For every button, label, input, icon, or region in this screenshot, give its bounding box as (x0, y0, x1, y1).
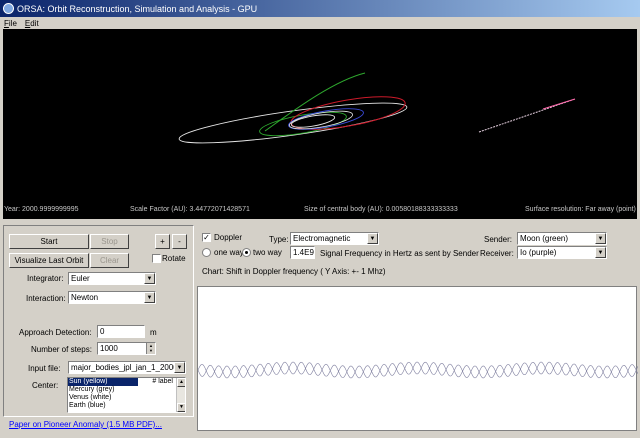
interaction-value: Newton (71, 293, 99, 302)
frequency-description: Signal Frequency in Hertz as sent by Sen… (320, 249, 479, 258)
chart-caption: Chart: Shift in Doppler frequency ( Y Ax… (202, 267, 386, 276)
zoom-in-button[interactable]: + (155, 234, 170, 249)
steps-label: Number of steps: (31, 345, 92, 354)
list-scrollbar[interactable]: ▲ ▼ (176, 378, 185, 412)
frequency-input[interactable]: 1.4E9 (290, 246, 315, 259)
scale-factor-readout: Scale Factor (AU): 3.44772071428571 (130, 206, 250, 213)
sender-label: Sender: (484, 235, 513, 244)
orbit-viewport[interactable]: Year: 2000.9999999995 Scale Factor (AU):… (3, 29, 637, 219)
list-item[interactable]: Venus (white) (68, 394, 185, 402)
app-icon (3, 3, 14, 14)
clear-button[interactable]: Clear (90, 253, 129, 268)
chevron-down-icon: ▼ (595, 233, 606, 244)
chevron-down-icon: ▼ (595, 247, 606, 258)
receiver-label: Receiver: (480, 249, 514, 258)
central-body-readout: Size of central body (AU): 0.00580188333… (304, 206, 458, 213)
receiver-value: Io (purple) (520, 248, 557, 257)
orbit-distant-pink (542, 98, 576, 110)
scroll-up-icon[interactable]: ▲ (177, 378, 185, 387)
steps-value: 1000 (100, 344, 118, 353)
rotate-checkbox[interactable] (152, 254, 161, 263)
input-file-select[interactable]: major_bodies_jpl_jan_1_2000.start ▼ (68, 361, 186, 374)
approach-detection-input[interactable]: 0 (97, 325, 145, 338)
interaction-label: Interaction: (26, 294, 66, 303)
menu-file[interactable]: File (4, 19, 17, 28)
stepper-arrows-icon[interactable]: ▲ ▼ (146, 343, 155, 354)
receiver-select[interactable]: Io (purple) ▼ (517, 246, 607, 259)
stop-button[interactable]: Stop (90, 234, 129, 249)
chevron-down-icon: ▼ (144, 292, 155, 303)
scroll-down-icon[interactable]: ▼ (177, 403, 185, 412)
rotate-label: Rotate (162, 254, 186, 263)
doppler-panel: ✓ Doppler Type: Electromagnetic ▼ Sender… (197, 225, 637, 285)
chevron-down-icon: ▼ (174, 362, 185, 373)
zoom-out-button[interactable]: - (172, 234, 187, 249)
doppler-chart (197, 286, 638, 431)
steps-stepper[interactable]: 1000 ▲ ▼ (97, 342, 156, 355)
integrator-select[interactable]: Euler ▼ (68, 272, 156, 285)
orbit-white-outer (178, 102, 408, 144)
input-file-value: major_bodies_jpl_jan_1_2000.start (71, 363, 186, 372)
sender-select[interactable]: Moon (green) ▼ (517, 232, 607, 245)
doppler-label: Doppler (214, 233, 243, 242)
list-item[interactable]: Mercury (grey) (68, 386, 185, 394)
center-tag: # label (152, 378, 173, 385)
doppler-checkbox[interactable]: ✓ (202, 233, 211, 242)
two-way-label: two way (253, 248, 282, 257)
chevron-down-icon: ▼ (367, 233, 378, 244)
input-file-label: Input file: (28, 364, 61, 373)
sender-value: Moon (green) (520, 234, 569, 243)
center-label: Center: (32, 381, 59, 390)
list-item[interactable]: Earth (blue) (68, 402, 185, 410)
one-way-radio[interactable] (202, 248, 211, 257)
approach-detection-label: Approach Detection: (19, 328, 92, 337)
visualize-last-orbit-button[interactable]: Visualize Last Orbit (9, 253, 89, 268)
menu-edit[interactable]: Edit (25, 19, 39, 28)
type-select[interactable]: Electromagnetic ▼ (290, 232, 379, 245)
center-listbox[interactable]: Sun (yellow) Mercury (grey) Venus (white… (67, 377, 186, 413)
interaction-select[interactable]: Newton ▼ (68, 291, 156, 304)
two-way-radio[interactable] (242, 248, 251, 257)
start-button[interactable]: Start (9, 234, 89, 249)
surface-resolution-readout: Surface resolution: Far away (point) (525, 206, 636, 213)
year-readout: Year: 2000.9999999995 (4, 206, 79, 213)
list-item[interactable]: Sun (yellow) (68, 378, 138, 386)
type-label: Type: (269, 235, 289, 244)
type-value: Electromagnetic (293, 234, 351, 243)
menu-bar: File Edit (0, 17, 640, 29)
window-title: ORSA: Orbit Reconstruction, Simulation a… (17, 3, 258, 14)
title-bar: ORSA: Orbit Reconstruction, Simulation a… (0, 0, 640, 17)
approach-unit: m (150, 328, 157, 337)
chevron-down-icon: ▼ (144, 273, 155, 284)
integrator-value: Euler (71, 274, 90, 283)
doppler-chart-canvas (198, 361, 638, 379)
orbit-green (264, 72, 366, 132)
orbit-canvas (178, 72, 576, 144)
integrator-label: Integrator: (27, 274, 64, 283)
one-way-label: one way (214, 248, 244, 257)
pioneer-paper-link[interactable]: Paper on Pioneer Anomaly (1.5 MB PDF)... (9, 420, 162, 429)
doppler-trace-b (198, 361, 638, 379)
